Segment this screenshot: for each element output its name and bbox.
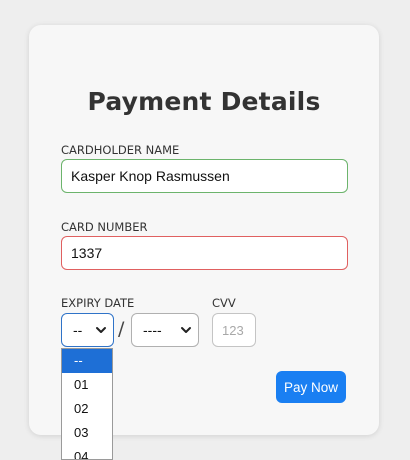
cvv-label: CVV	[212, 296, 236, 310]
chevron-down-icon	[181, 327, 191, 333]
expiry-month-dropdown: -- 01 02 03 04	[61, 348, 113, 460]
expiry-year-select[interactable]: ----	[131, 313, 199, 347]
month-option[interactable]: --	[62, 349, 112, 373]
pay-now-button[interactable]: Pay Now	[276, 371, 346, 403]
expiry-month-select[interactable]: --	[61, 313, 114, 347]
expiry-date-label: EXPIRY DATE	[61, 296, 135, 310]
expiry-month-value: --	[73, 322, 83, 338]
month-option[interactable]: 01	[62, 373, 112, 397]
cardholder-name-label: CARDHOLDER NAME	[61, 143, 180, 157]
expiry-year-value: ----	[143, 322, 162, 338]
card-number-input[interactable]: 1337	[61, 236, 348, 270]
expiry-separator: /	[118, 318, 125, 340]
chevron-down-icon	[96, 327, 106, 333]
card-number-label: CARD NUMBER	[61, 220, 148, 234]
cvv-input[interactable]: 123	[212, 313, 256, 347]
month-option[interactable]: 02	[62, 397, 112, 421]
page-title: Payment Details	[87, 87, 321, 116]
cardholder-name-input[interactable]: Kasper Knop Rasmussen	[61, 159, 348, 193]
month-option[interactable]: 04	[62, 445, 112, 459]
month-option[interactable]: 03	[62, 421, 112, 445]
